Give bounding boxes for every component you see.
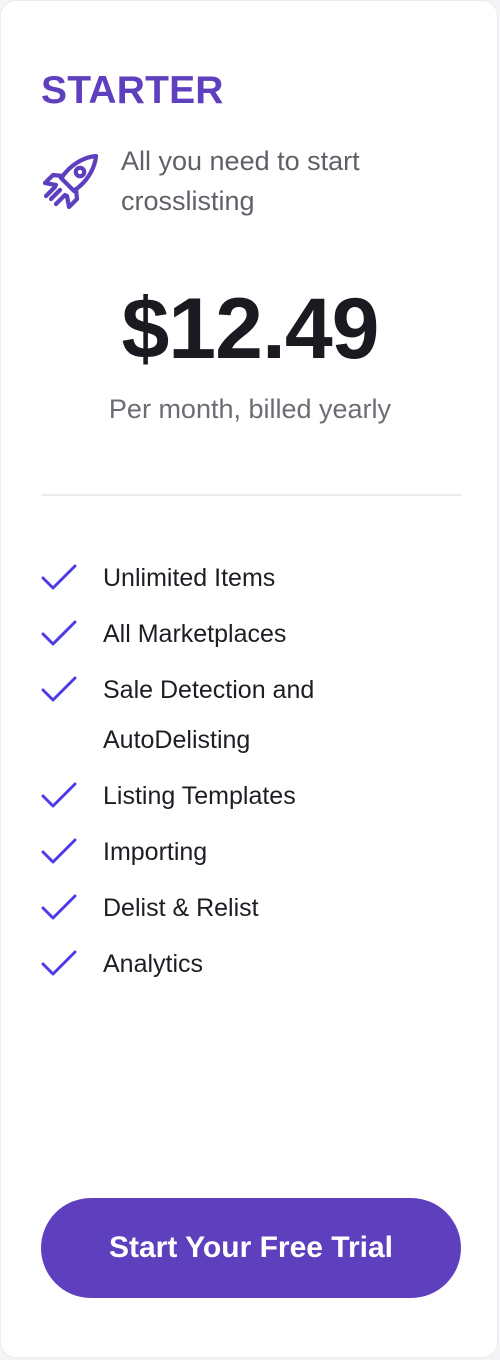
billing-period: Per month, billed yearly bbox=[108, 394, 392, 424]
feature-list: Unlimited Items All Marketplaces Sale De… bbox=[41, 553, 461, 995]
feature-item: Unlimited Items bbox=[41, 553, 461, 603]
feature-label: Listing Templates bbox=[103, 782, 296, 810]
check-icon bbox=[41, 676, 77, 702]
check-icon bbox=[41, 620, 77, 646]
feature-label: Analytics bbox=[103, 950, 204, 978]
check-icon bbox=[41, 894, 77, 920]
check-icon bbox=[41, 838, 77, 864]
check-icon bbox=[41, 564, 77, 590]
feature-item: Sale Detection and AutoDelisting bbox=[41, 665, 461, 765]
start-free-trial-button[interactable]: Start Your Free Trial bbox=[41, 1198, 461, 1298]
feature-label: Unlimited Items bbox=[103, 564, 276, 592]
feature-label: Importing bbox=[103, 838, 208, 866]
check-icon bbox=[41, 782, 77, 808]
feature-item: Delist & Relist bbox=[41, 883, 461, 933]
rocket-icon bbox=[42, 153, 99, 210]
feature-label: All Marketplaces bbox=[103, 620, 287, 648]
feature-item: Listing Templates bbox=[41, 771, 461, 821]
feature-label: Sale Detection and AutoDelisting bbox=[103, 676, 315, 754]
plan-price: $12.49 bbox=[121, 281, 379, 377]
plan-tagline: All you need to start crosslisting bbox=[121, 146, 360, 216]
pricing-card: STARTER All you need to start crosslisti… bbox=[0, 0, 498, 1358]
feature-label: Delist & Relist bbox=[103, 894, 259, 922]
check-icon bbox=[41, 950, 77, 976]
feature-item: Analytics bbox=[41, 939, 461, 989]
feature-item: All Marketplaces bbox=[41, 609, 461, 659]
divider bbox=[41, 494, 461, 496]
plan-name: STARTER bbox=[41, 69, 224, 112]
feature-item: Importing bbox=[41, 827, 461, 877]
